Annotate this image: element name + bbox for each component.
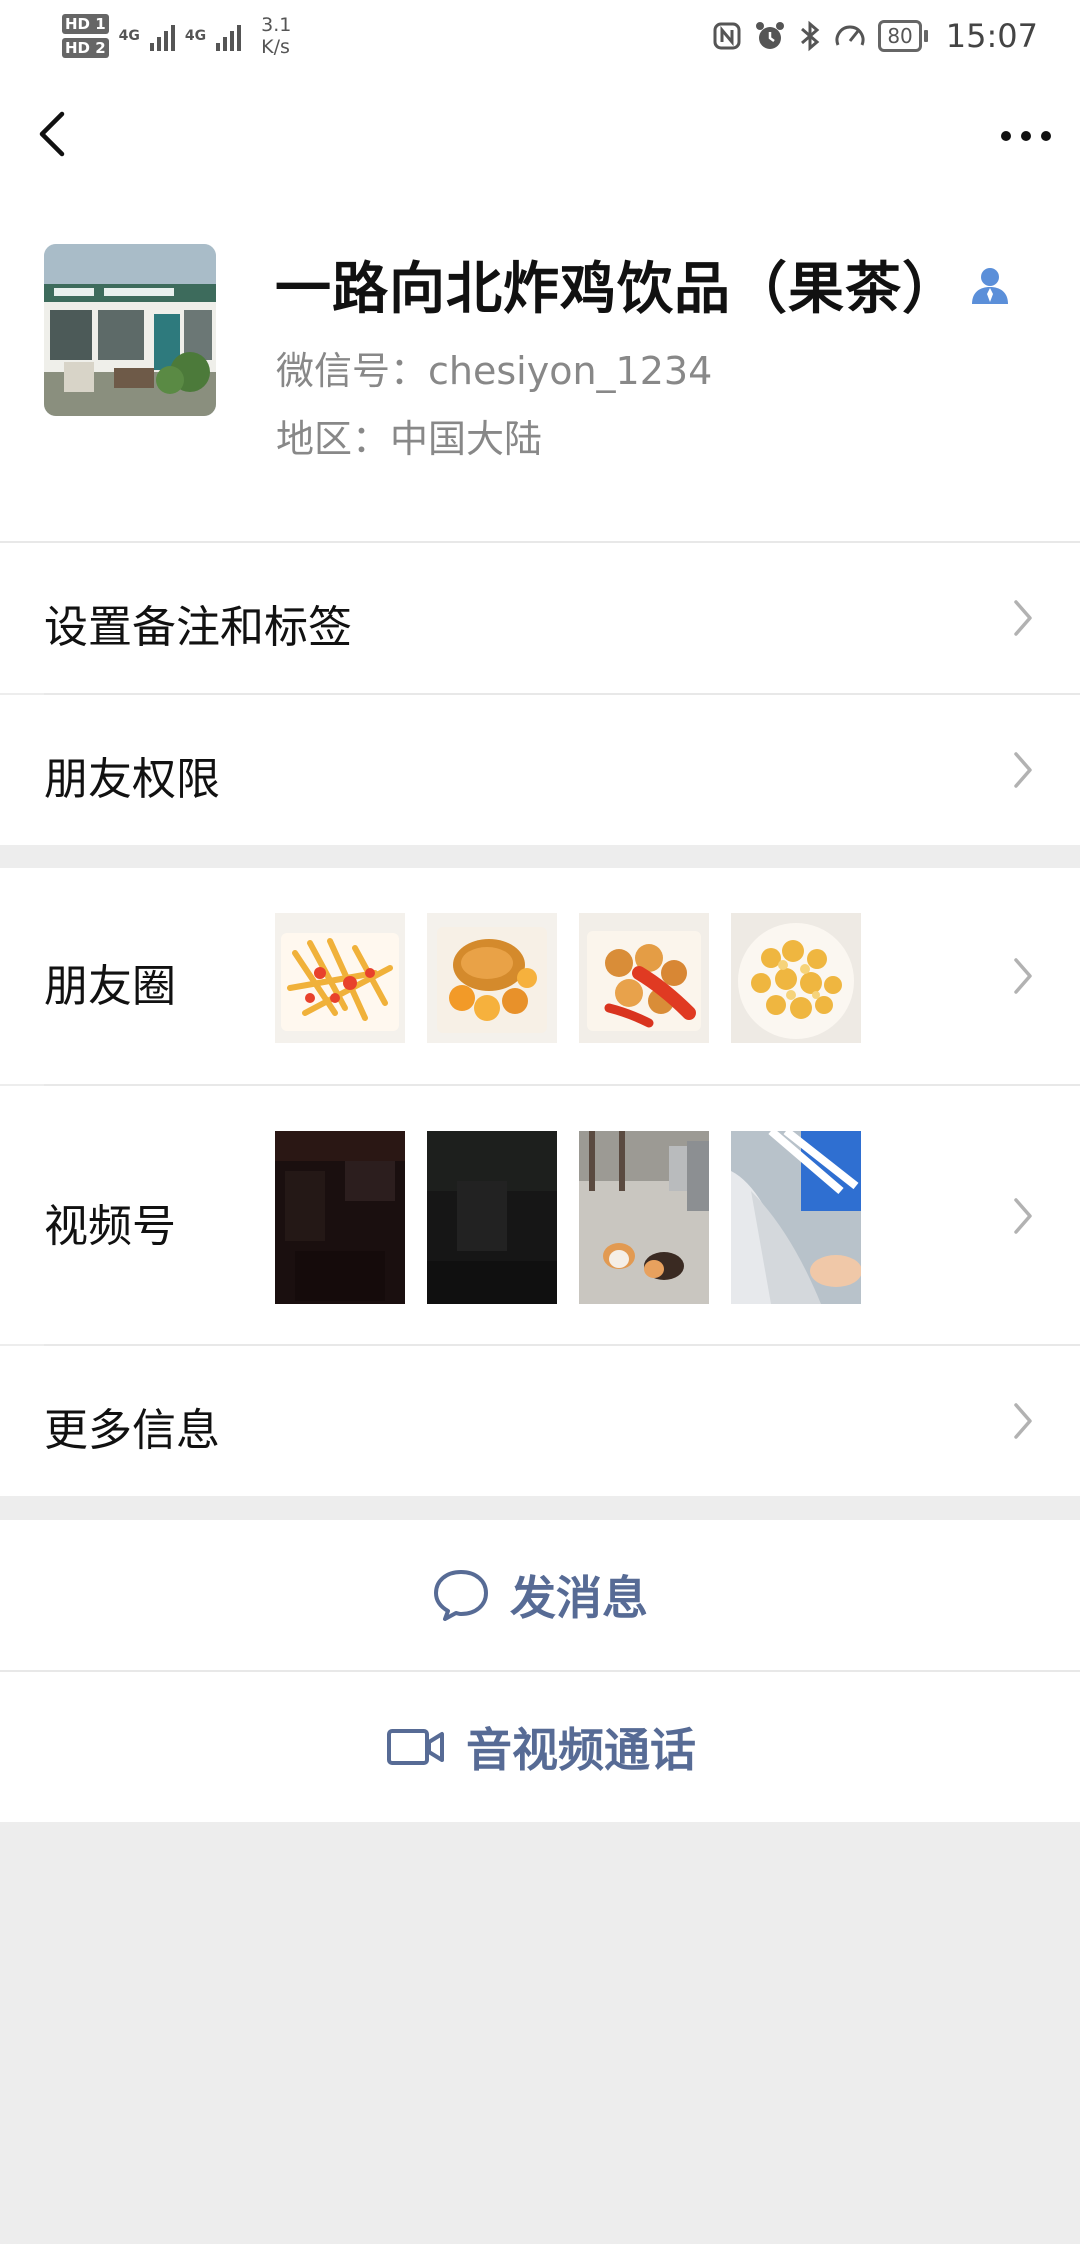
status-right: 80 15:07 bbox=[712, 10, 1038, 62]
sim-indicators: HD 1 HD 2 bbox=[62, 14, 109, 58]
network-type-2: 4G bbox=[184, 28, 207, 44]
friend-permissions-label: 朋友权限 bbox=[44, 754, 220, 805]
chevron-left-icon bbox=[39, 111, 65, 157]
network-type-1: 4G bbox=[118, 28, 140, 44]
profile-header: 一路向北炸鸡饮品（果茶） 微信号：chesiyon_1234 地区：中国大陆 bbox=[0, 204, 1080, 542]
moments-thumbnail bbox=[731, 913, 861, 1043]
battery-tip bbox=[923, 30, 928, 42]
storefront-photo bbox=[44, 244, 216, 416]
friend-permissions-row[interactable]: 朋友权限 bbox=[0, 695, 1080, 845]
speed-unit: K/s bbox=[261, 36, 290, 58]
sim2-indicator: HD 2 bbox=[62, 38, 109, 58]
moments-thumbnail bbox=[579, 913, 709, 1043]
signal-1-icon bbox=[149, 21, 175, 51]
bluetooth-icon bbox=[801, 20, 820, 52]
channels-thumbnail bbox=[731, 1131, 861, 1304]
alarm-icon bbox=[756, 22, 785, 49]
video-camera-icon bbox=[387, 1729, 444, 1765]
moments-thumbnail bbox=[275, 913, 405, 1043]
video-call-button[interactable]: 音视频通话 bbox=[0, 1672, 1080, 1822]
signal-2-icon bbox=[216, 21, 242, 51]
wechat-id: 微信号：chesiyon_1234 bbox=[276, 349, 713, 393]
channels-thumbnail bbox=[579, 1131, 709, 1304]
speed-value: 3.1 bbox=[261, 14, 292, 36]
moments-label: 朋友圈 bbox=[44, 961, 176, 1012]
more-options-button[interactable] bbox=[996, 106, 1056, 166]
channels-row[interactable]: 视频号 bbox=[0, 1086, 1080, 1344]
name-row: 一路向北炸鸡饮品（果茶） bbox=[275, 244, 1011, 325]
chevron-right-icon bbox=[1014, 958, 1032, 994]
channels-thumbnail bbox=[275, 1131, 405, 1304]
more-info-row[interactable]: 更多信息 bbox=[0, 1346, 1080, 1496]
send-message-button[interactable]: 发消息 bbox=[0, 1520, 1080, 1670]
chevron-right-icon bbox=[1014, 1198, 1032, 1234]
channels-label: 视频号 bbox=[44, 1201, 176, 1252]
nfc-icon bbox=[713, 22, 741, 50]
battery-indicator: 80 bbox=[878, 20, 928, 52]
remark-tags-label: 设置备注和标签 bbox=[44, 602, 352, 653]
ellipsis-icon bbox=[1001, 131, 1051, 141]
avatar[interactable] bbox=[44, 244, 216, 416]
video-call-content: 音视频通话 bbox=[386, 1672, 696, 1822]
remark-tags-row[interactable]: 设置备注和标签 bbox=[0, 543, 1080, 693]
chevron-right-icon bbox=[1014, 600, 1032, 636]
status-left: HD 1 HD 2 4G 4G 3.1 K/s bbox=[62, 8, 291, 64]
network-speed: 3.1 K/s bbox=[261, 14, 291, 58]
chevron-right-icon bbox=[1014, 1403, 1032, 1439]
chevron-right-icon bbox=[1014, 752, 1032, 788]
moments-row[interactable]: 朋友圈 bbox=[0, 868, 1080, 1084]
top-nav-bar bbox=[0, 72, 1080, 204]
moments-thumbnail bbox=[427, 913, 557, 1043]
send-message-content: 发消息 bbox=[432, 1520, 648, 1670]
back-button[interactable] bbox=[28, 102, 84, 166]
status-time: 15:07 bbox=[945, 17, 1038, 55]
more-info-label: 更多信息 bbox=[44, 1405, 220, 1456]
send-message-label: 发消息 bbox=[510, 1571, 648, 1625]
contact-profile-screen: HD 1 HD 2 4G 4G 3.1 K/s 80 15:07 一路向北炸鸡饮… bbox=[0, 0, 1080, 2244]
sim1-indicator: HD 1 bbox=[62, 14, 109, 34]
speedometer-icon bbox=[835, 25, 865, 46]
chat-bubble-icon bbox=[434, 1570, 488, 1621]
status-bar: HD 1 HD 2 4G 4G 3.1 K/s 80 15:07 bbox=[0, 0, 1080, 72]
battery-level: 80 bbox=[878, 20, 922, 52]
region: 地区：中国大陆 bbox=[276, 417, 543, 461]
person-icon bbox=[972, 267, 1008, 304]
contact-name: 一路向北炸鸡饮品（果茶） bbox=[275, 257, 959, 322]
video-call-label: 音视频通话 bbox=[466, 1723, 696, 1777]
channels-thumbnail bbox=[427, 1131, 557, 1304]
